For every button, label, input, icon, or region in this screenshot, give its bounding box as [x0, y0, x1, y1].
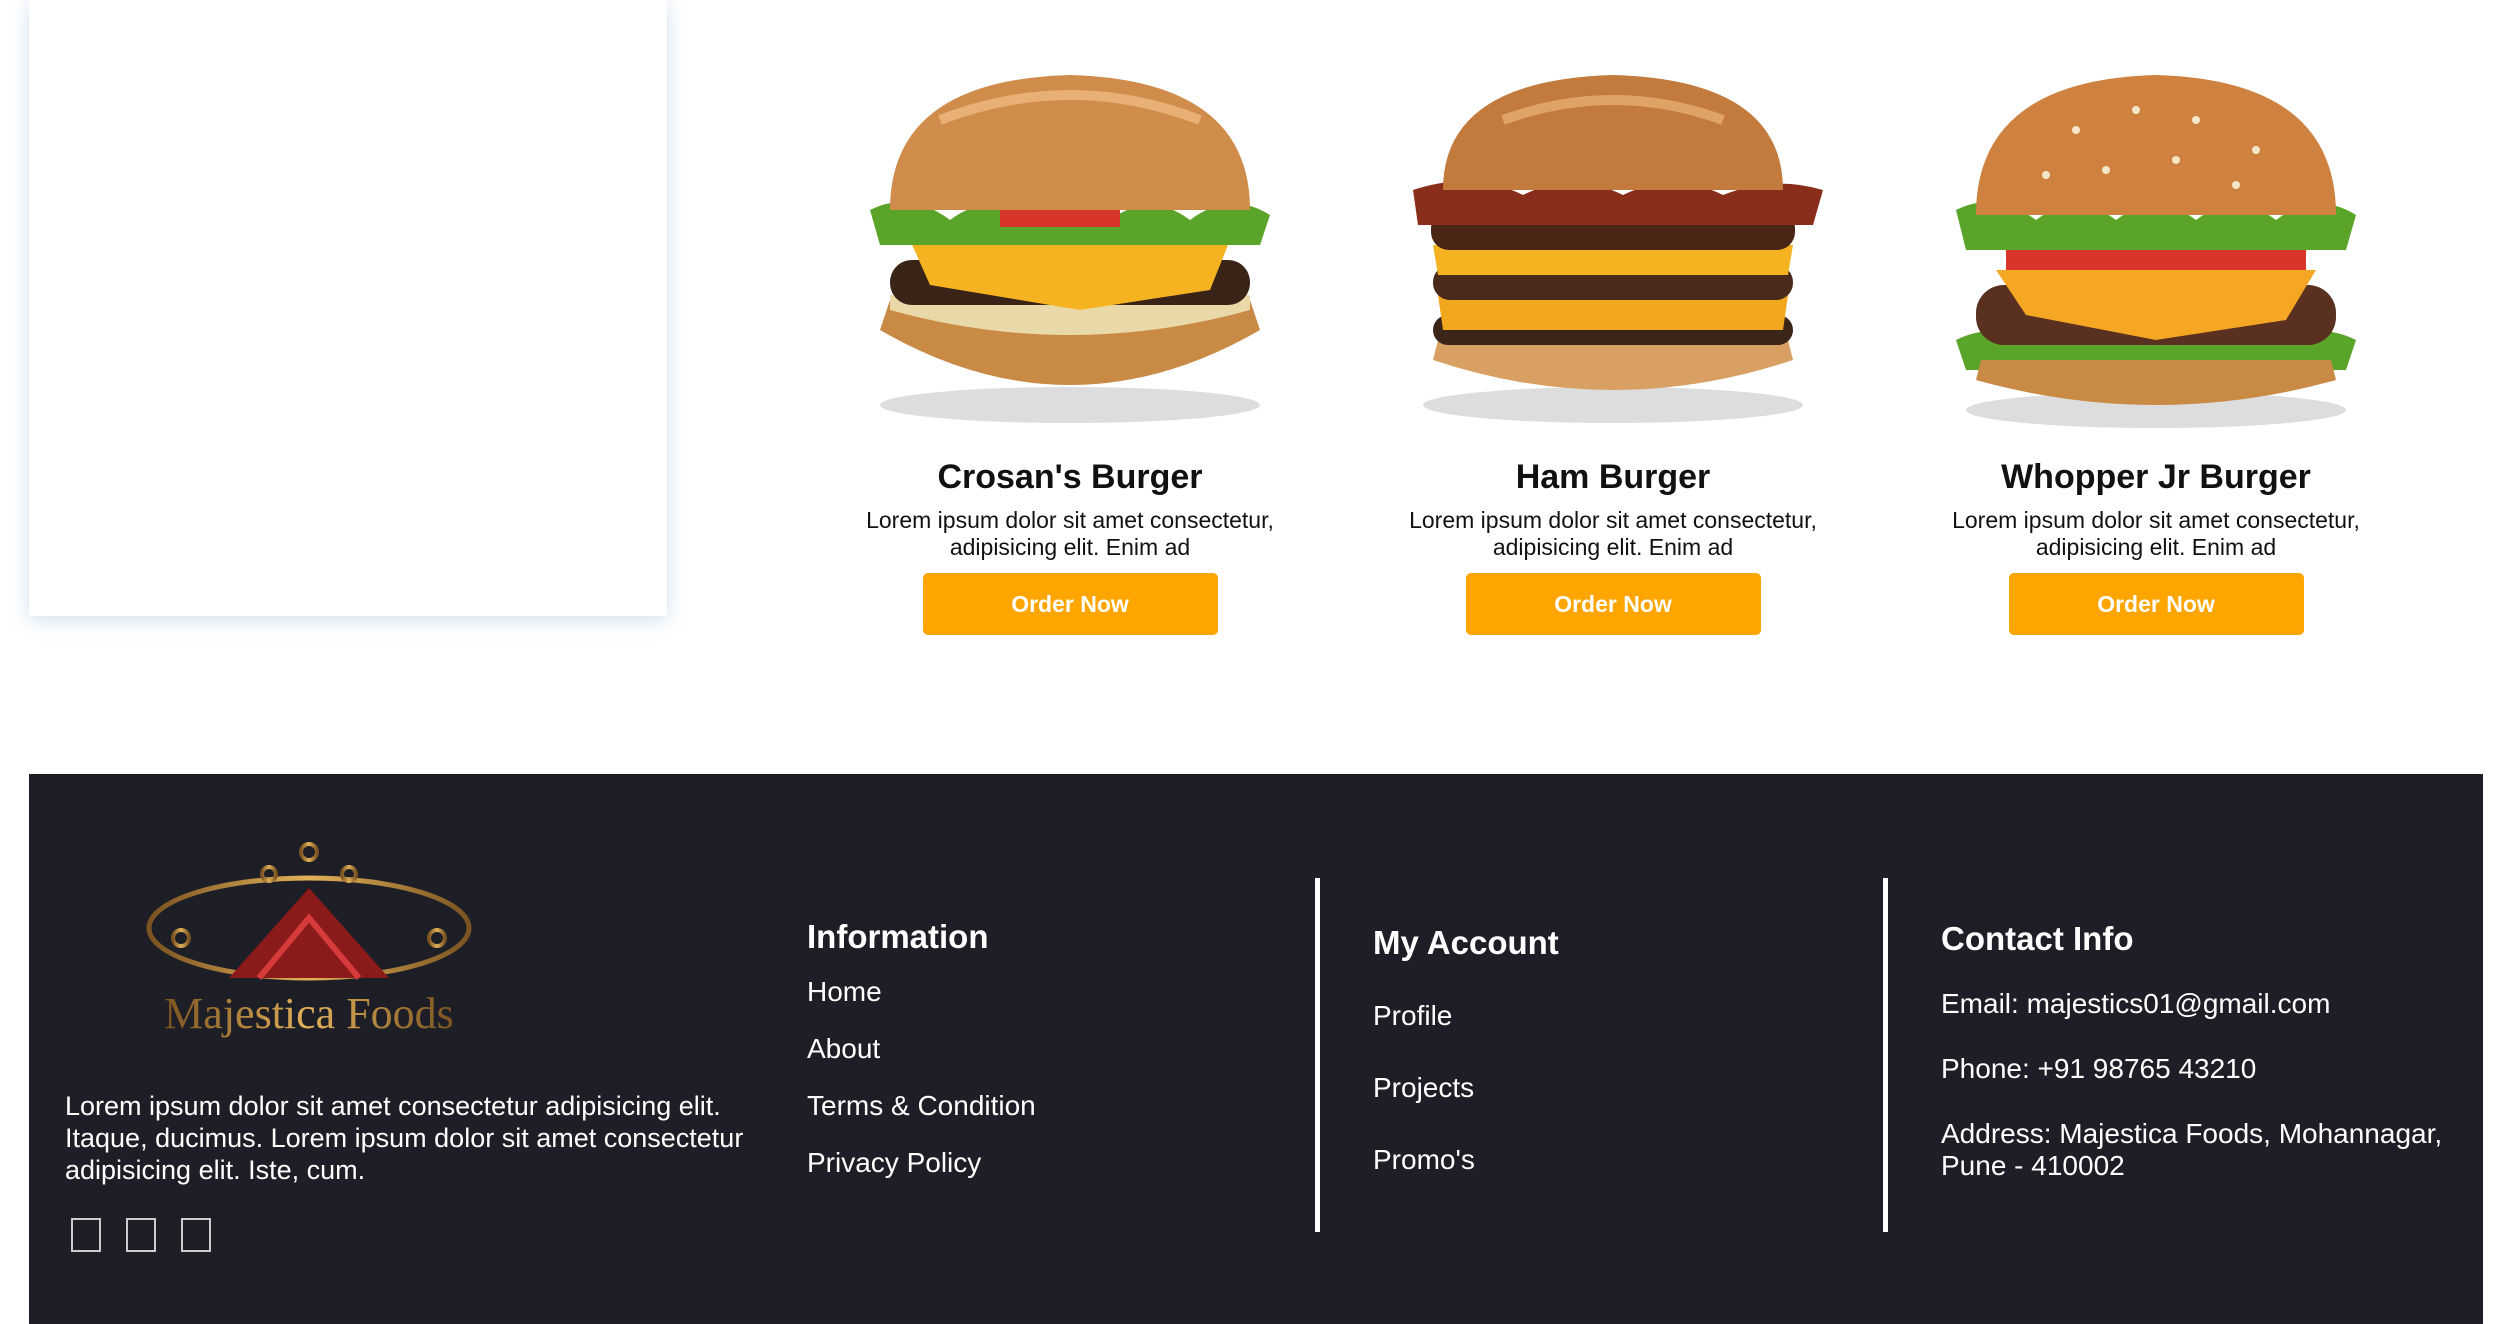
column-divider — [1315, 878, 1320, 1232]
product-title: Ham Burger — [1515, 458, 1711, 496]
my-account-column: My Account Profile Projects Promo's — [1373, 924, 1559, 1216]
footer-about-text: Lorem ipsum dolor sit amet consectetur a… — [65, 1091, 744, 1185]
social-icon-3[interactable] — [181, 1218, 211, 1252]
my-account-heading: My Account — [1373, 924, 1559, 961]
footer: Majestica Foods Lorem ipsum dolor sit am… — [29, 774, 2483, 1324]
product-title: Crosan's Burger — [937, 458, 1203, 496]
link-home[interactable]: Home — [807, 976, 1036, 1008]
information-column: Information Home About Terms & Condition… — [807, 918, 1036, 1204]
whopper-jr-burger-image — [1956, 75, 2356, 428]
contact-address: Address: Majestica Foods, Mohannagar, Pu… — [1941, 1118, 2443, 1181]
link-profile[interactable]: Profile — [1373, 1000, 1559, 1032]
information-heading: Information — [807, 918, 989, 955]
ham-burger-image — [1413, 75, 1823, 423]
crosans-burger-image — [870, 75, 1270, 423]
link-promos[interactable]: Promo's — [1373, 1144, 1559, 1176]
contact-email: Email: majestics01@gmail.com — [1941, 988, 2331, 1019]
link-privacy-policy[interactable]: Privacy Policy — [807, 1147, 1036, 1179]
link-terms[interactable]: Terms & Condition — [807, 1090, 1036, 1122]
product-description: Lorem ipsum dolor sit amet consectetur, … — [866, 507, 1274, 560]
contact-info-heading: Contact Info — [1941, 920, 2134, 957]
product-description: Lorem ipsum dolor sit amet consectetur, … — [1952, 507, 2360, 560]
social-icon-2[interactable] — [126, 1218, 156, 1252]
majestica-foods-logo: Majestica Foods — [146, 842, 472, 1038]
social-icon-1[interactable] — [71, 1218, 101, 1252]
social-links — [71, 1218, 211, 1252]
order-now-button[interactable]: Order Now — [1465, 573, 1761, 635]
order-now-button[interactable]: Order Now — [922, 573, 1218, 635]
link-projects[interactable]: Projects — [1373, 1072, 1559, 1104]
contact-info-column: Contact Info Email: majestics01@gmail.co… — [1941, 920, 2461, 1215]
product-description: Lorem ipsum dolor sit amet consectetur, … — [1409, 507, 1817, 560]
product-card-whopper: Whopper Jr Burger Lorem ipsum dolor sit … — [1936, 60, 2376, 635]
product-card-crosans: Crosan's Burger Lorem ipsum dolor sit am… — [850, 60, 1290, 635]
side-card — [29, 0, 667, 616]
order-now-button[interactable]: Order Now — [2008, 573, 2304, 635]
contact-phone: Phone: +91 98765 43210 — [1941, 1053, 2257, 1084]
product-card-ham: Ham Burger Lorem ipsum dolor sit amet co… — [1393, 60, 1833, 635]
logo-wordmark: Majestica Foods — [164, 989, 454, 1038]
column-divider — [1883, 878, 1888, 1232]
product-title: Whopper Jr Burger — [2001, 458, 2311, 496]
link-about[interactable]: About — [807, 1033, 1036, 1065]
